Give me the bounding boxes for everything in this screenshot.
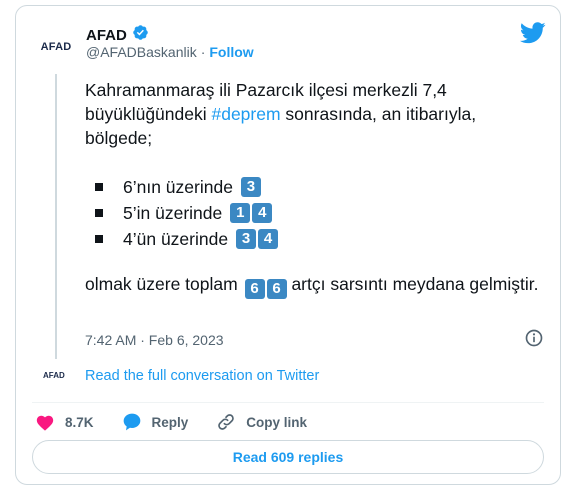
follow-button[interactable]: Follow bbox=[209, 44, 253, 60]
tweet-timestamp[interactable]: 7:42 AM · Feb 6, 2023 bbox=[85, 332, 224, 348]
list-item: 4’ün üzerinde 34 bbox=[85, 226, 545, 252]
keycap-digit: 1 bbox=[230, 203, 251, 223]
thread-line bbox=[55, 74, 57, 359]
author-handle[interactable]: @AFADBaskanlik bbox=[86, 44, 197, 60]
tweet-intro: Kahramanmaraş ili Pazarcık ilçesi merkez… bbox=[85, 80, 477, 148]
author-avatar[interactable]: AFAD bbox=[35, 26, 77, 68]
tweet-card: AFAD AFAD @AFADBaskanlik · Follow Kahram… bbox=[15, 5, 561, 485]
bullet-square-icon bbox=[95, 209, 103, 217]
tweet-body: Kahramanmaraş ili Pazarcık ilçesi merkez… bbox=[85, 78, 545, 323]
link-icon bbox=[218, 414, 235, 430]
bullet-square-icon bbox=[95, 235, 103, 243]
copy-link-label: Copy link bbox=[246, 414, 308, 430]
list-item: 6’nın üzerinde 3 bbox=[85, 174, 545, 200]
reply-label: Reply bbox=[151, 414, 189, 430]
reply-button[interactable]: Reply bbox=[122, 412, 189, 432]
tweet-closing: olmak üzere toplam 66 artçı sarsıntı mey… bbox=[85, 274, 539, 299]
avatar-logo: AFAD bbox=[40, 41, 72, 53]
author-name-row: AFAD bbox=[86, 24, 149, 46]
heart-icon bbox=[36, 415, 54, 431]
hashtag-link[interactable]: #deprem bbox=[211, 104, 280, 124]
author-name[interactable]: AFAD bbox=[86, 27, 127, 44]
keycap-digit: 3 bbox=[236, 229, 257, 249]
keycap-digit: 6 bbox=[266, 279, 287, 299]
keycap-digit: 4 bbox=[252, 203, 273, 223]
author-handle-row: @AFADBaskanlik · Follow bbox=[86, 44, 254, 60]
keycap-digit: 6 bbox=[244, 279, 265, 299]
reply-bubble-icon bbox=[123, 413, 140, 431]
action-bar: 8.7K Reply Copy link bbox=[35, 410, 335, 434]
magnitude-list: 6’nın üzerinde 3 5’in üzerinde 14 4’ün ü… bbox=[85, 174, 545, 252]
verified-badge-icon bbox=[132, 24, 149, 46]
keycap-digit: 3 bbox=[240, 177, 261, 197]
like-button[interactable]: 8.7K bbox=[35, 413, 94, 431]
separator-dot: · bbox=[200, 44, 206, 60]
like-count: 8.7K bbox=[65, 414, 94, 430]
read-replies-button[interactable]: Read 609 replies bbox=[32, 440, 544, 474]
full-conversation-link[interactable]: Read the full conversation on Twitter bbox=[85, 368, 319, 384]
divider bbox=[32, 402, 544, 403]
info-icon[interactable] bbox=[524, 328, 544, 353]
list-item: 5’in üzerinde 14 bbox=[85, 200, 545, 226]
twitter-bird-icon[interactable] bbox=[519, 22, 546, 49]
copy-link-button[interactable]: Copy link bbox=[216, 412, 307, 432]
conversation-avatar: AFAD bbox=[43, 371, 65, 380]
bullet-square-icon bbox=[95, 183, 103, 191]
keycap-digit: 4 bbox=[258, 229, 279, 249]
